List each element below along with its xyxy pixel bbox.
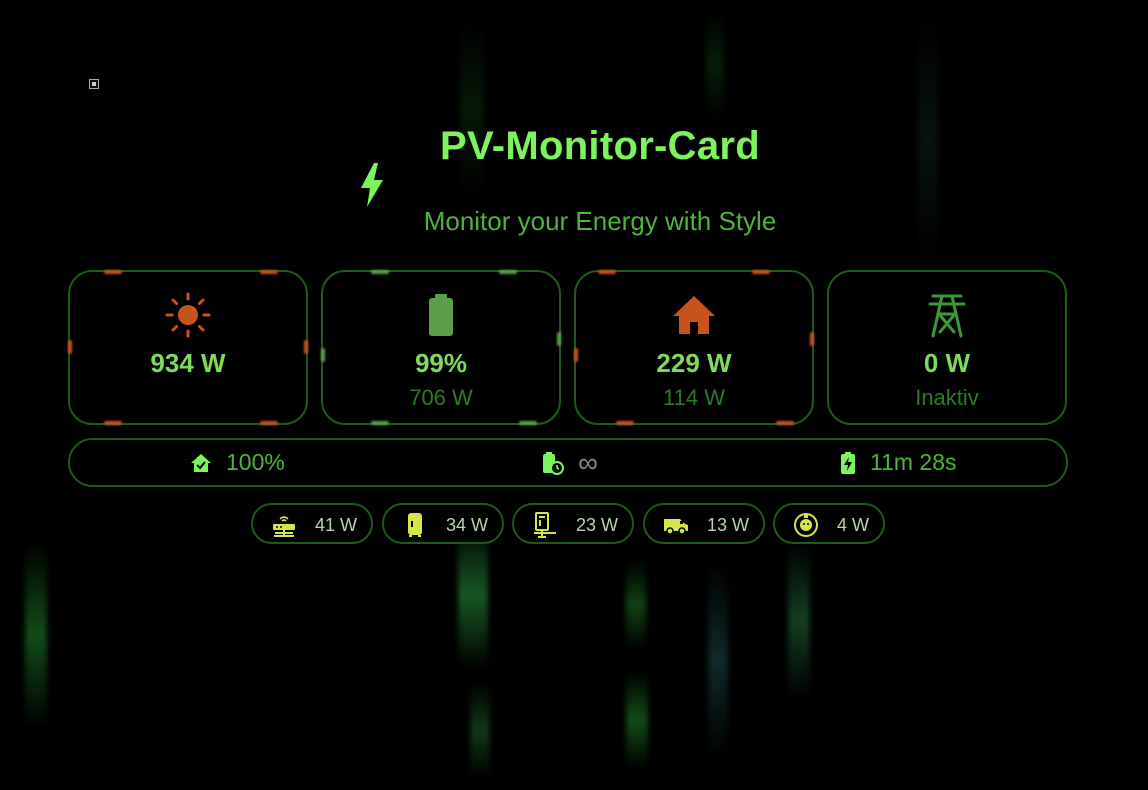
battery-power-value: 706 W xyxy=(409,385,473,410)
sun-icon xyxy=(165,292,211,338)
consumer-pill-robot-vacuum[interactable]: 4 W xyxy=(773,503,885,544)
battery-level-value: 99% xyxy=(414,348,468,378)
lightning-bolt-icon xyxy=(361,163,383,207)
battery-runtime-status: ∞ xyxy=(542,440,598,485)
router-power-value: 41 W xyxy=(314,515,357,535)
grid-status-text: Inaktiv xyxy=(915,385,979,410)
card-subtitle: Monitor your Energy with Style xyxy=(423,206,777,236)
grid-tile[interactable]: 0 W Inaktiv xyxy=(827,270,1067,425)
fridge-power-value: 34 W xyxy=(445,515,488,535)
battery-runtime-value: ∞ xyxy=(578,446,598,478)
desk-pc-icon xyxy=(534,512,556,538)
autarky-status: 100% xyxy=(190,440,285,485)
consumer-pill-van[interactable]: 13 W xyxy=(643,503,765,544)
house-icon xyxy=(673,296,715,334)
consumer-pill-desk-pc[interactable]: 23 W xyxy=(512,503,634,544)
robot-vacuum-icon xyxy=(794,513,818,537)
robot-vacuum-power-value: 4 W xyxy=(836,515,869,535)
router-icon xyxy=(273,516,295,537)
status-bar: 100% ∞ 11m 28s xyxy=(68,438,1068,487)
solar-power-value: 934 W xyxy=(150,348,226,378)
fridge-icon xyxy=(408,513,422,537)
battery-clock-icon xyxy=(543,451,564,475)
pv-monitor-card: PV-Monitor-Card Monitor your Energy with… xyxy=(0,0,1148,790)
van-power-value: 13 W xyxy=(706,515,749,535)
battery-icon xyxy=(429,294,453,336)
battery-tile[interactable]: 99% 706 W xyxy=(321,270,561,425)
autarky-value: 100% xyxy=(226,449,285,475)
card-title: PV-Monitor-Card xyxy=(439,124,761,168)
van-icon xyxy=(664,519,688,535)
house-check-icon xyxy=(191,453,211,472)
charge-time-value: 11m 28s xyxy=(870,449,957,475)
battery-charging-icon xyxy=(841,451,855,474)
solar-tile[interactable]: 934 W xyxy=(68,270,308,425)
consumer-pill-fridge[interactable]: 34 W xyxy=(382,503,504,544)
house-tile[interactable]: 229 W 114 W xyxy=(574,270,814,425)
house-consumption-value: 229 W xyxy=(656,348,732,378)
house-secondary-value: 114 W xyxy=(663,385,725,410)
desk-pc-power-value: 23 W xyxy=(575,515,618,535)
power-tower-icon xyxy=(928,294,966,338)
broken-image-icon xyxy=(89,79,99,89)
consumer-pill-router[interactable]: 41 W xyxy=(251,503,373,544)
grid-power-value: 0 W xyxy=(923,348,971,378)
charge-time-status: 11m 28s xyxy=(840,440,957,485)
